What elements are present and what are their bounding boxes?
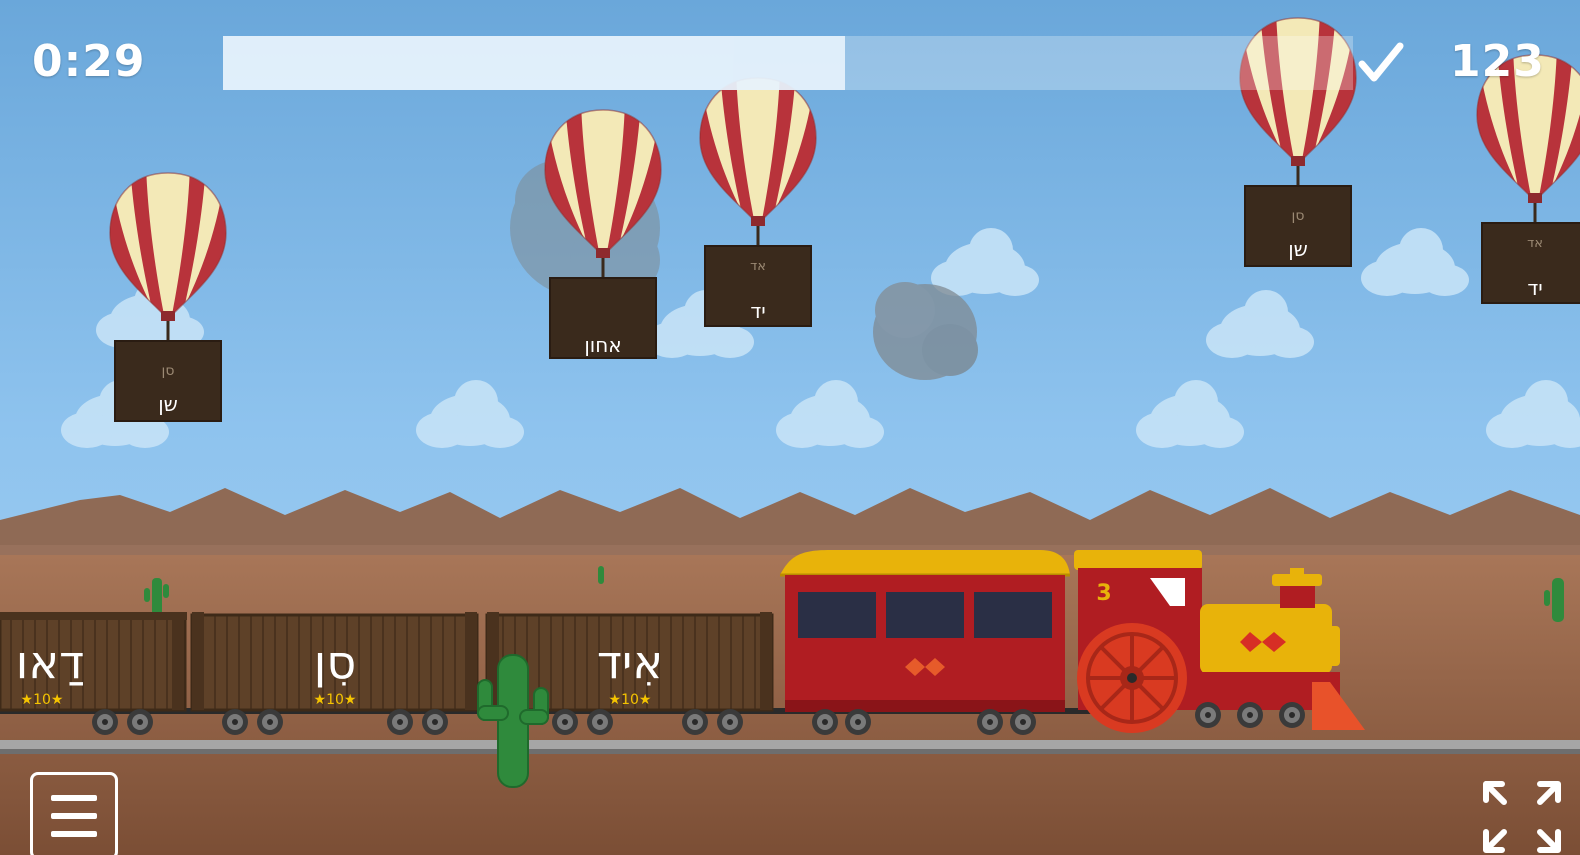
crate-label: אחון [584,333,621,357]
wagon-points: ★10★ [314,692,357,708]
progress-fill [223,36,845,90]
crate-small-label: אד [1527,236,1543,251]
engine-number: 3 [1096,581,1111,606]
crate-label: שן [158,392,178,416]
crate-small-label: סן [1292,208,1305,224]
timer: 0:29 [32,36,146,87]
cactus [598,566,604,584]
crate-small-label: סן [162,363,175,379]
fullscreen-button[interactable] [1482,780,1562,855]
score: 123 [1450,36,1545,87]
crate-small-label: אד [750,259,766,274]
wagon-word: סִן [314,635,356,689]
wagon-points: ★10★ [609,692,652,708]
wagon-word: אִיד [597,635,663,689]
passenger-coach [780,550,1070,735]
check-icon [1358,42,1404,82]
wagon-points: ★10★ [21,692,64,708]
crate-label: שן [1288,237,1308,261]
progress-bar [223,36,1353,90]
wagon-word: דַאו [16,635,84,689]
crate-label: יד [1527,276,1542,300]
game-stage: סן שן אחון אד יד סן שן אד יד דַאו ★10★ ס… [0,0,1580,855]
game-scene: סן שן אחון אד יד סן שן אד יד דַאו ★10★ ס… [0,0,1580,855]
rail-track [0,740,1580,754]
fullscreen-expand-icon [1483,781,1561,853]
crate-label: יד [750,299,765,323]
menu-button[interactable] [30,772,118,855]
